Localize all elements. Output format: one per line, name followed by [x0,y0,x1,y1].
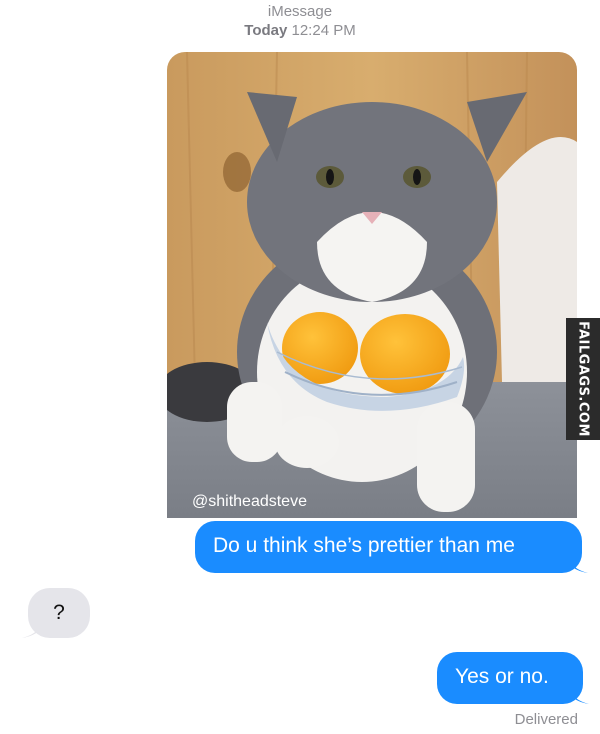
watermark-badge: FAILGAGS.COM [566,318,600,440]
timestamp-day: Today [244,22,288,39]
service-label: iMessage [267,3,333,20]
message-text: ? [53,601,65,624]
bubble-tail-icon [571,690,589,704]
outgoing-message-bubble[interactable]: Yes or no. [437,652,589,704]
timestamp-time: 12:24 PM [291,22,356,39]
conversation-header: iMessage Today 12:24 PM [0,2,600,40]
bubble-tail-icon [570,559,588,573]
outgoing-message-bubble[interactable]: Do u think she’s prettier than me [195,521,588,573]
watermark-text: FAILGAGS.COM [575,321,591,437]
image-attachment[interactable]: @shitheadsteve [167,52,577,518]
message-text: Yes or no. [455,665,549,688]
bubble-tail-icon [22,624,40,638]
incoming-message-bubble[interactable]: ? [22,588,90,638]
delivered-status: Delivered [514,711,578,728]
timestamp: Today 12:24 PM [0,21,600,40]
photo-caption: @shitheadsteve [192,493,307,510]
message-text: Do u think she’s prettier than me [213,534,515,557]
cat-photo [167,52,577,518]
